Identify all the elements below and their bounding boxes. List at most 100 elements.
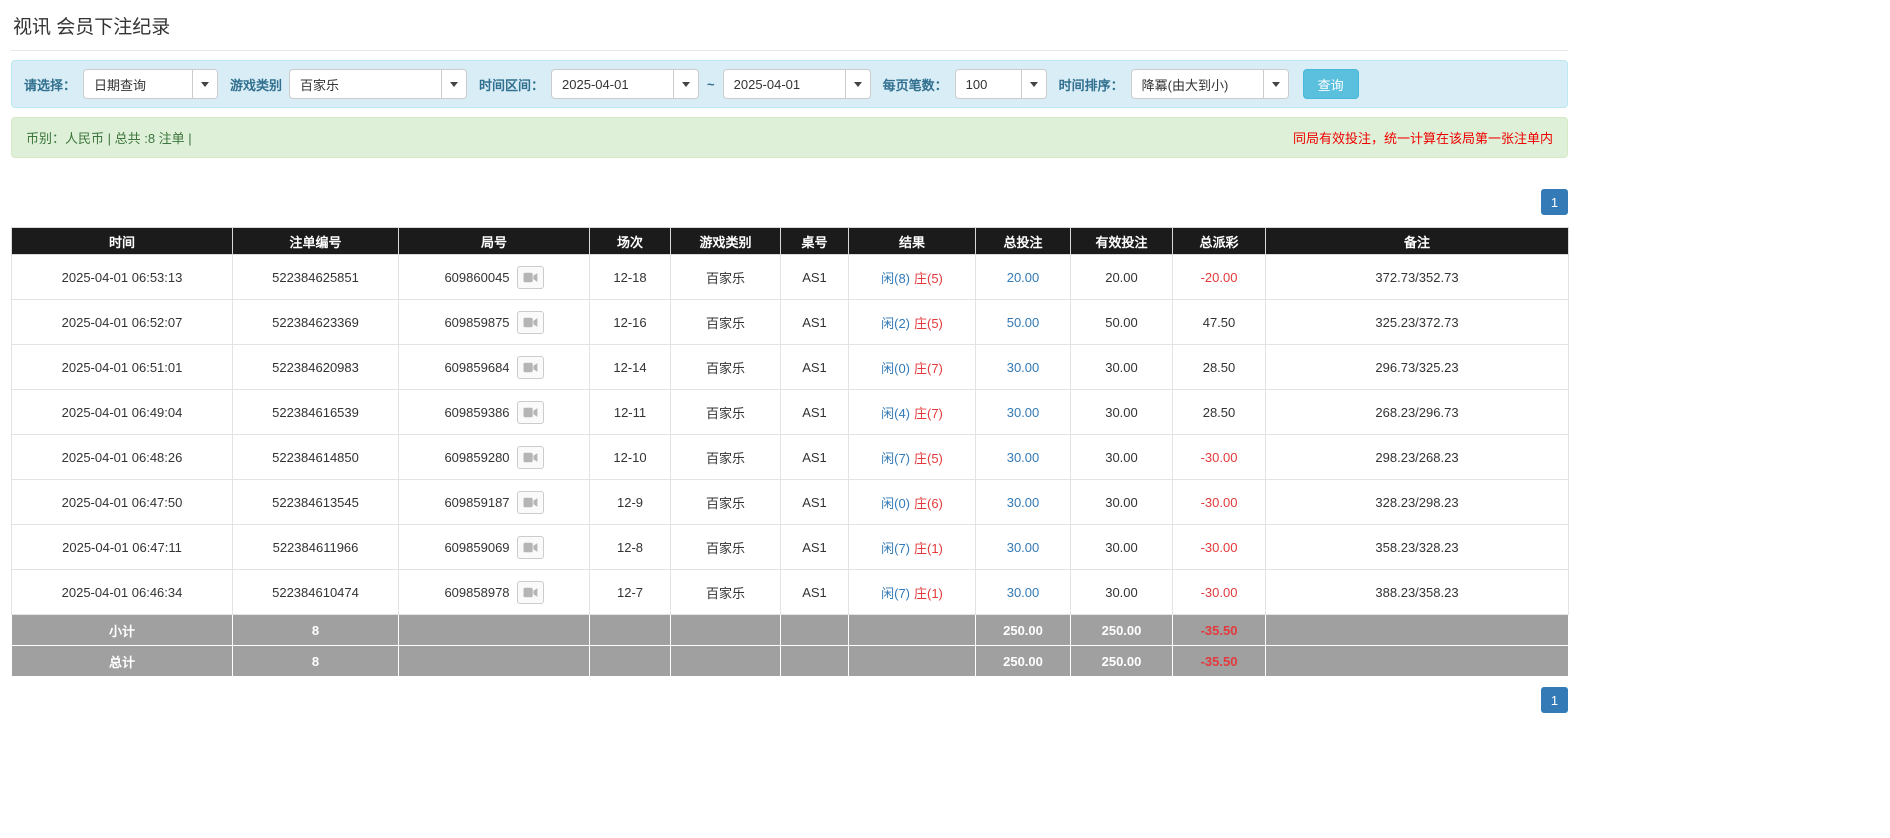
payout-cell: -30.00 [1172,434,1266,480]
date-from-value: 2025-04-01 [562,76,629,92]
round-cell: 609860045 [398,254,590,300]
payout-value: -30.00 [1200,494,1238,510]
header-session: 场次 [589,227,671,255]
summary-bar: 币别：人民币 | 总共 :8 注单 | 同局有效投注，统一计算在该局第一张注单内 [11,117,1568,158]
per-page-label: 每页笔数： [882,77,948,93]
video-icon-button[interactable] [516,580,544,604]
round-cell: 609859684 [398,344,590,390]
header-bet-id: 注单编号 [232,227,399,255]
game-type-cell: 百家乐 [670,389,781,435]
payout-value: -30.00 [1200,449,1238,465]
note-cell: 358.23/328.23 [1265,524,1569,570]
total-bet-link[interactable]: 30.00 [1007,360,1040,375]
total-bet-link[interactable]: 30.00 [1007,540,1040,555]
table-no-cell: AS1 [780,479,849,525]
search-button[interactable]: 查询 [1302,69,1359,99]
chevron-down-icon[interactable] [1020,70,1046,98]
player-result: 闲(0) [881,495,910,511]
sort-value: 降冪(由大到小) [1141,77,1229,93]
total-bet-link[interactable]: 30.00 [1007,405,1040,420]
total-bet-cell: 30.00 [975,389,1071,435]
payout-cell: -30.00 [1172,524,1266,570]
sort-dropdown[interactable]: 降冪(由大到小) [1130,69,1289,99]
total-bet-link[interactable]: 20.00 [1007,270,1040,285]
empty-cell [670,645,781,677]
valid-bet-cell: 30.00 [1070,569,1173,615]
total-bet-link[interactable]: 50.00 [1007,315,1040,330]
round-number: 609859280 [444,449,510,465]
filter-group-query-type: 请选择： 日期查询 [24,69,219,99]
empty-cell [1265,645,1569,677]
player-result: 闲(7) [881,585,910,601]
video-icon-button[interactable] [516,310,544,334]
date-from-dropdown[interactable]: 2025-04-01 [551,69,700,99]
empty-cell [780,614,849,646]
empty-cell [398,614,590,646]
total-bet-link[interactable]: 30.00 [1007,585,1040,600]
video-icon-button[interactable] [516,400,544,424]
chevron-down-icon[interactable] [844,70,870,98]
table-body: 2025-04-01 06:53:13 522384625851 6098600… [11,254,1569,615]
grand-total-count: 8 [232,645,399,677]
game-type-cell: 百家乐 [670,569,781,615]
chevron-down-icon[interactable] [1262,70,1288,98]
valid-bet-cell: 30.00 [1070,344,1173,390]
video-icon-button[interactable] [516,445,544,469]
note-cell: 296.73/325.23 [1265,344,1569,390]
header-payout: 总派彩 [1172,227,1266,255]
banker-result: 庄(7) [914,405,943,421]
chevron-down-icon[interactable] [673,70,699,98]
result-cell: 闲(2) 庄(5) [848,299,976,345]
game-type-label: 游戏类别 [230,77,283,93]
pagination-page-1[interactable]: 1 [1541,189,1568,215]
round-number: 609859386 [444,404,510,420]
session-cell: 12-9 [589,479,671,525]
date-to-dropdown[interactable]: 2025-04-01 [722,69,871,99]
query-type-dropdown[interactable]: 日期查询 [83,69,219,99]
per-page-dropdown[interactable]: 100 [954,69,1047,99]
header-time: 时间 [11,227,233,255]
session-cell: 12-16 [589,299,671,345]
filter-group-sort: 时间排序： 降冪(由大到小) [1059,69,1289,99]
date-to-value: 2025-04-01 [733,76,801,92]
filter-bar: 请选择： 日期查询 游戏类别 百家乐 时间区间： 2025-04-01 ~ 20… [11,60,1568,108]
bet-id-cell: 522384623369 [232,299,399,345]
video-icon-button[interactable] [516,535,544,559]
payout-value: -30.00 [1200,584,1238,600]
header-result: 结果 [848,227,976,255]
chevron-down-icon[interactable] [192,70,218,98]
time-cell: 2025-04-01 06:46:34 [11,569,233,615]
video-icon-button[interactable] [516,355,544,379]
game-type-dropdown[interactable]: 百家乐 [289,69,468,99]
payout-value: -35.50 [1200,653,1238,669]
video-icon-button[interactable] [516,490,544,514]
game-type-cell: 百家乐 [670,299,781,345]
table-row: 2025-04-01 06:49:04 522384616539 6098593… [11,389,1569,435]
header-note: 备注 [1265,227,1569,255]
total-bet-link[interactable]: 30.00 [1007,450,1040,465]
payout-value: 28.50 [1202,359,1236,375]
round-cell: 609859875 [398,299,590,345]
chevron-down-icon[interactable] [441,70,467,98]
banker-result: 庄(5) [914,270,943,286]
summary-notice: 同局有效投注，统一计算在该局第一张注单内 [1292,131,1553,146]
note-cell: 328.23/298.23 [1265,479,1569,525]
video-icon-button[interactable] [516,265,544,289]
time-cell: 2025-04-01 06:47:50 [11,479,233,525]
table-no-cell: AS1 [780,299,849,345]
time-cell: 2025-04-01 06:47:11 [11,524,233,570]
banker-result: 庄(1) [914,585,943,601]
filter-group-time-range: 时间区间： 2025-04-01 ~ 2025-04-01 [479,69,871,99]
bet-id-cell: 522384613545 [232,479,399,525]
records-table: 时间 注单编号 局号 场次 游戏类别 桌号 结果 总投注 有效投注 总派彩 备注… [11,227,1569,677]
video-camera-icon [523,542,537,552]
result-cell: 闲(7) 庄(1) [848,569,976,615]
total-bet-link[interactable]: 30.00 [1007,495,1040,510]
bet-id-cell: 522384620983 [232,344,399,390]
header-table: 桌号 [780,227,849,255]
table-row: 2025-04-01 06:52:07 522384623369 6098598… [11,299,1569,345]
subtotal-row: 小计 8 250.00 250.00 -35.50 [11,614,1569,646]
session-cell: 12-11 [589,389,671,435]
pagination-page-1[interactable]: 1 [1541,687,1568,713]
payout-value: -35.50 [1200,622,1238,638]
